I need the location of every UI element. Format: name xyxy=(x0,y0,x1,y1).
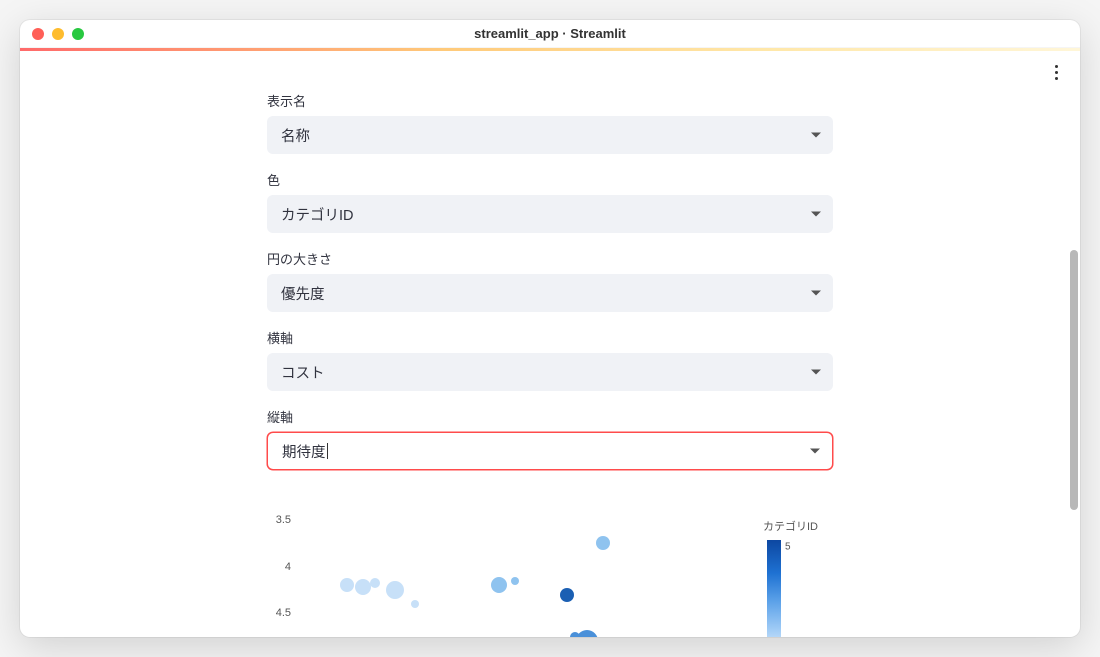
data-point[interactable] xyxy=(370,578,380,588)
chevron-down-icon xyxy=(810,449,820,454)
content-area: 表示名 名称 色 カテゴリID 円の大きさ 優先度 xyxy=(20,51,1080,637)
chevron-down-icon xyxy=(811,133,821,138)
field-color: 色 カテゴリID xyxy=(267,170,833,233)
scrollbar-thumb[interactable] xyxy=(1070,250,1078,510)
data-point[interactable] xyxy=(386,581,404,599)
y-tick-label: 4 xyxy=(285,561,291,573)
select-value: 名称 xyxy=(281,125,310,146)
app-window: streamlit_app · Streamlit 表示名 名称 色 カテゴリI… xyxy=(20,20,1080,637)
minimize-window-button[interactable] xyxy=(52,28,64,40)
text-cursor xyxy=(327,443,328,459)
data-point[interactable] xyxy=(576,630,598,637)
menu-icon[interactable] xyxy=(1044,60,1068,84)
chevron-down-icon xyxy=(811,291,821,296)
field-label: 円の大きさ xyxy=(267,249,833,268)
y-tick-label: 4.5 xyxy=(276,607,291,619)
close-window-button[interactable] xyxy=(32,28,44,40)
chevron-down-icon xyxy=(811,370,821,375)
field-display-name: 表示名 名称 xyxy=(267,91,833,154)
select-value: コスト xyxy=(281,362,325,383)
traffic-lights xyxy=(32,28,84,40)
chart-container: 望 54.543.5 カテゴリID 5 3 xyxy=(267,510,833,637)
data-point[interactable] xyxy=(411,600,419,608)
field-label: 縦軸 xyxy=(267,407,833,426)
colorbar: 5 3 xyxy=(767,540,781,637)
field-label: 色 xyxy=(267,170,833,189)
field-label: 表示名 xyxy=(267,91,833,110)
data-point[interactable] xyxy=(560,588,574,602)
select-value: 優先度 xyxy=(281,283,325,304)
select-value: 期待度 xyxy=(282,441,326,462)
scrollbar[interactable] xyxy=(1070,250,1078,510)
field-x-axis: 横軸 コスト xyxy=(267,328,833,391)
colorbar-tick: 5 xyxy=(785,541,791,552)
select-circle-size[interactable]: 優先度 xyxy=(267,274,833,312)
select-y-axis[interactable]: 期待度 xyxy=(267,432,833,470)
select-value: カテゴリID xyxy=(281,204,354,225)
y-tick-label: 3.5 xyxy=(276,514,291,526)
data-point[interactable] xyxy=(596,536,610,550)
field-circle-size: 円の大きさ 優先度 xyxy=(267,249,833,312)
data-point[interactable] xyxy=(340,578,354,592)
scatter-plot[interactable]: 望 54.543.5 xyxy=(297,510,717,637)
chevron-down-icon xyxy=(811,212,821,217)
field-label: 横軸 xyxy=(267,328,833,347)
titlebar: streamlit_app · Streamlit xyxy=(20,20,1080,48)
legend-title: カテゴリID xyxy=(763,518,833,534)
zoom-window-button[interactable] xyxy=(72,28,84,40)
color-legend: カテゴリID 5 3 xyxy=(763,518,833,637)
field-y-axis: 縦軸 期待度 xyxy=(267,407,833,470)
data-point[interactable] xyxy=(511,577,519,585)
data-point[interactable] xyxy=(355,579,371,595)
app-toolbar xyxy=(1044,60,1068,84)
select-display-name[interactable]: 名称 xyxy=(267,116,833,154)
form-area: 表示名 名称 色 カテゴリID 円の大きさ 優先度 xyxy=(267,91,833,470)
data-point[interactable] xyxy=(491,577,507,593)
select-color[interactable]: カテゴリID xyxy=(267,195,833,233)
select-x-axis[interactable]: コスト xyxy=(267,353,833,391)
window-title: streamlit_app · Streamlit xyxy=(20,26,1080,41)
